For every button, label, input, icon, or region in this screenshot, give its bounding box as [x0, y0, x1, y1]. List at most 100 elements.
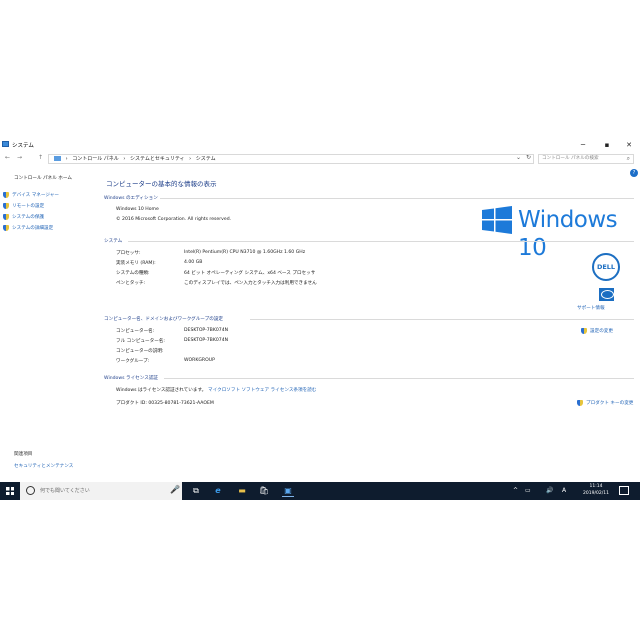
up-button[interactable]: ↑: [38, 154, 43, 161]
computer-name-section-header: コンピューター名、ドメインおよびワークグループの設定: [104, 316, 634, 322]
search-input[interactable]: コントロール パネルの検索 ⌕: [538, 154, 634, 164]
microphone-icon[interactable]: 🎤: [170, 485, 180, 494]
show-hidden-icons-icon[interactable]: ^: [513, 487, 518, 494]
section-heading: システム: [104, 239, 123, 244]
window-title: システム: [12, 143, 34, 149]
related-heading: 関連項目: [14, 452, 33, 457]
system-type-value: 64 ビット オペレーティング システム、x64 ベース プロセッサ: [184, 271, 316, 276]
support-info-link[interactable]: サポート情報: [577, 305, 605, 311]
change-settings-link[interactable]: 設定の変更: [581, 328, 613, 334]
sidebar-item-label: システムの保護: [12, 215, 45, 220]
file-explorer-icon[interactable]: ▬: [236, 485, 248, 497]
breadcrumb-separator[interactable]: ›: [123, 156, 125, 162]
activation-status: Windows はライセンス認証されています。: [116, 388, 207, 393]
full-computer-name-value: DESKTOP-7BK074N: [184, 338, 229, 343]
search-icon[interactable]: ⌕: [627, 155, 630, 163]
copyright-text: © 2016 Microsoft Corporation. All rights…: [116, 217, 232, 222]
search-placeholder: コントロール パネルの検索: [542, 156, 599, 161]
shield-icon: [3, 225, 9, 231]
cortana-icon: [26, 486, 35, 495]
address-dropdown-icon[interactable]: ⌄: [516, 154, 521, 161]
back-button[interactable]: ←: [5, 154, 10, 161]
sidebar-item-label: デバイス マネージャー: [12, 193, 59, 198]
license-terms-link[interactable]: マイクロソフト ソフトウェア ライセンス条項を読む: [208, 387, 316, 393]
forward-button[interactable]: →: [17, 154, 22, 161]
breadcrumb-separator[interactable]: ›: [189, 156, 191, 162]
breadcrumb-system-security[interactable]: システムとセキュリティ: [130, 156, 185, 162]
breadcrumb-system[interactable]: システム: [196, 156, 216, 162]
divider: [128, 241, 634, 242]
minimize-button[interactable]: ─: [574, 139, 592, 151]
edge-browser-icon[interactable]: e: [212, 485, 224, 497]
breadcrumb-control-panel[interactable]: コントロール パネル: [72, 156, 119, 162]
volume-icon[interactable]: 🔊: [546, 487, 553, 494]
sidebar-item-label: システムの詳細設定: [12, 226, 54, 231]
divider: [160, 198, 634, 199]
shield-icon: [577, 400, 583, 406]
main-content: コンピューターの基本的な情報の表示 Windows のエディション Window…: [104, 166, 634, 482]
energy-star-icon: [599, 288, 614, 301]
ime-indicator[interactable]: A: [562, 487, 566, 494]
edition-name: Windows 10 Home: [116, 207, 159, 212]
section-heading: コンピューター名、ドメインおよびワークグループの設定: [104, 317, 223, 322]
task-view-icon[interactable]: ⧉: [190, 485, 202, 497]
breadcrumb-separator[interactable]: ›: [66, 156, 68, 162]
system-type-label: システムの種類:: [116, 271, 150, 276]
page-title: コンピューターの基本的な情報の表示: [106, 180, 217, 188]
computer-name-label: コンピューター名:: [116, 329, 155, 334]
clock-date: 2019/02/11: [583, 490, 609, 496]
address-row: ← → ↑ › コントロール パネル › システムとセキュリティ › システム …: [0, 153, 640, 165]
shield-icon: [581, 328, 587, 334]
control-panel-home-link[interactable]: コントロール パネル ホーム: [14, 175, 72, 181]
change-product-key-label: プロダクト キーの変更: [586, 401, 634, 406]
sidebar-item-system-protection[interactable]: システムの保護: [3, 214, 44, 220]
shield-icon: [3, 203, 9, 209]
battery-icon[interactable]: ▭: [525, 487, 531, 494]
shield-icon: [3, 214, 9, 220]
dell-logo: DELL: [592, 253, 620, 281]
clock[interactable]: 11:14 2019/02/11: [578, 484, 614, 497]
screen: システム ─ ▪ ✕ ← → ↑ › コントロール パネル › システムとセキュ…: [0, 138, 640, 500]
change-product-key-link[interactable]: プロダクト キーの変更: [577, 400, 633, 406]
taskbar: 何でも聞いてください 🎤 ⧉ e ▬ 🛍 ▣ ^ ▭ 🔊 A 11:14 201…: [0, 482, 640, 500]
system-window-taskbar-icon[interactable]: ▣: [282, 485, 294, 497]
edition-section-header: Windows のエディション: [104, 195, 634, 201]
product-id: プロダクト ID: 00325-80781-73621-AAOEM: [116, 401, 214, 406]
pen-touch-value: このディスプレイでは、ペン入力とタッチ入力は利用できません: [184, 281, 317, 286]
workgroup-value: WORKGROUP: [184, 358, 215, 363]
computer-description-label: コンピューターの説明:: [116, 349, 164, 354]
windows-logo-icon: [482, 206, 512, 234]
divider: [250, 319, 634, 320]
action-center-icon[interactable]: [619, 486, 629, 495]
section-heading: Windows のエディション: [104, 196, 158, 201]
windows-10-wordmark: Windows 10: [518, 207, 618, 261]
sidebar-item-label: リモートの設定: [12, 204, 45, 209]
sidebar-item-advanced-settings[interactable]: システムの詳細設定: [3, 225, 53, 231]
address-bar[interactable]: › コントロール パネル › システムとセキュリティ › システム: [48, 154, 534, 164]
full-computer-name-label: フル コンピューター名:: [116, 339, 165, 344]
start-button[interactable]: [6, 487, 14, 495]
refresh-icon[interactable]: ↻: [526, 154, 531, 161]
maximize-button[interactable]: ▪: [598, 139, 616, 151]
processor-value: Intel(R) Pentium(R) CPU N3710 @ 1.60GHz …: [184, 250, 306, 255]
workgroup-label: ワークグループ:: [116, 359, 150, 364]
cortana-search-box[interactable]: 何でも聞いてください 🎤: [20, 482, 182, 500]
system-app-icon: [2, 141, 9, 147]
sidebar-item-device-manager[interactable]: デバイス マネージャー: [3, 192, 59, 198]
section-heading: Windows ライセンス認証: [104, 376, 159, 381]
title-bar: システム ─ ▪ ✕: [0, 138, 640, 152]
divider: [164, 378, 634, 379]
system-section-header: システム: [104, 238, 634, 244]
close-button[interactable]: ✕: [620, 139, 638, 151]
computer-name-value: DESKTOP-7BK074N: [184, 328, 229, 333]
sidebar-item-remote-settings[interactable]: リモートの設定: [3, 203, 44, 209]
shield-icon: [3, 192, 9, 198]
processor-label: プロセッサ:: [116, 251, 141, 256]
cortana-search-placeholder: 何でも聞いてください: [40, 488, 90, 494]
change-settings-label: 設定の変更: [590, 329, 613, 334]
security-maintenance-link[interactable]: セキュリティとメンテナンス: [14, 463, 73, 469]
ram-value: 4.00 GB: [184, 260, 203, 265]
store-icon[interactable]: 🛍: [258, 485, 270, 497]
control-panel-icon: [54, 156, 61, 161]
ram-label: 実装メモリ (RAM):: [116, 261, 156, 266]
